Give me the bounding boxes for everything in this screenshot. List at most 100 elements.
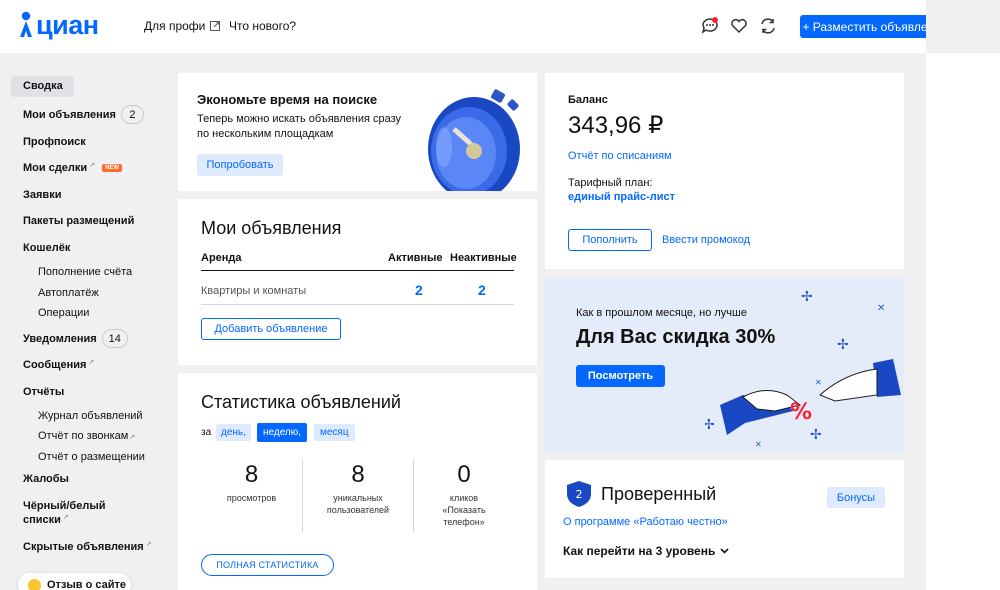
table-header-divider: [201, 270, 514, 271]
sidebar-item-messages[interactable]: Сообщения ↗: [23, 359, 94, 371]
level-up-expander[interactable]: Как перейти на 3 уровень: [563, 544, 729, 558]
whats-new-label: Что нового?: [229, 19, 297, 33]
metric-label: телефон»: [443, 517, 485, 527]
logo-text: циан: [36, 10, 99, 40]
svg-text:✕: ✕: [877, 303, 885, 314]
heart-icon[interactable]: [730, 17, 748, 35]
sidebar-item-wallet[interactable]: Кошелёк: [23, 242, 70, 254]
sidebar-item-deals[interactable]: Мои сделки ↗ NEW: [23, 162, 123, 174]
svg-text:✕: ✕: [755, 440, 762, 449]
bonus-button[interactable]: Бонусы: [827, 487, 885, 508]
stats-card: Статистика объявлений за день, неделю, м…: [178, 373, 537, 590]
plan-link[interactable]: единый прайс-лист: [568, 191, 675, 203]
shield-icon: 2: [567, 481, 591, 507]
svg-text:✢: ✢: [837, 337, 849, 353]
metric-label: «Показать: [442, 505, 486, 515]
listings-count-badge: 2: [120, 105, 144, 124]
stats-title: Статистика объявлений: [201, 392, 401, 412]
promo-title: Экономьте время на поиске: [197, 92, 378, 107]
sidebar-item-hidden-listings[interactable]: Скрытые объявления ↗: [23, 541, 152, 553]
svg-text:✕: ✕: [815, 378, 822, 387]
promo-code-link[interactable]: Ввести промокод: [662, 234, 750, 246]
period-month-button[interactable]: месяц: [314, 424, 355, 441]
spending-report-link[interactable]: Отчёт по списаниям: [568, 150, 672, 162]
notifications-count-badge: 14: [101, 329, 128, 348]
metric-label: пользователей: [326, 505, 390, 515]
row-name: Квартиры и комнаты: [201, 285, 307, 297]
period-prefix: за: [201, 427, 212, 438]
stopwatch-illustration: [428, 89, 520, 191]
table-row-divider: [201, 304, 514, 305]
verified-title: Проверенный: [601, 484, 717, 504]
pro-link-label: Для профи: [144, 19, 206, 33]
external-link-icon: [210, 21, 221, 31]
inactive-count-link[interactable]: 2: [478, 282, 486, 298]
metric-value: 8: [244, 461, 259, 488]
pro-link[interactable]: Для профи: [144, 19, 221, 33]
full-stats-button[interactable]: ПОЛНАЯ СТАТИСТИКА: [201, 554, 334, 576]
right-gutter: [926, 53, 1000, 590]
promo-text-line1: Теперь можно искать объявления сразу: [197, 113, 402, 125]
sidebar-item-summary[interactable]: Сводка: [23, 80, 63, 92]
sidebar-item-topup[interactable]: Пополнение счёта: [38, 266, 132, 278]
whats-new-link[interactable]: Что нового?: [229, 19, 296, 33]
sidebar-item-prosearch[interactable]: Профпоиск: [23, 136, 86, 148]
sidebar-item-packages[interactable]: Пакеты размещений: [23, 215, 134, 227]
active-count-link[interactable]: 2: [415, 282, 423, 298]
column-header-inactive: Неактивные: [450, 252, 517, 264]
svg-text:✢: ✢: [705, 417, 715, 433]
plan-label: Тарифный план:: [568, 177, 653, 189]
compare-icon[interactable]: [759, 17, 777, 35]
metric-label: уникальных: [333, 493, 383, 503]
svg-text:✢: ✢: [810, 427, 822, 443]
smiley-icon: [28, 578, 41, 590]
metric-views: 8 просмотров: [201, 461, 302, 504]
column-header-active: Активные: [388, 252, 443, 264]
verified-card: 2 Проверенный Бонусы О программе «Работа…: [545, 460, 904, 578]
svg-text:%: %: [790, 400, 812, 425]
sidebar-item-blacklist[interactable]: Чёрный/белый: [23, 500, 105, 512]
handshake-discount-illustration: ✢ ✕ ✢ ✕ ✢ ✕ ✢ %: [705, 289, 901, 449]
sidebar-item-listings-log[interactable]: Журнал объявлений: [38, 410, 143, 422]
discount-banner[interactable]: Как в прошлом месяце, но лучше Для Вас с…: [545, 277, 904, 452]
period-week-button[interactable]: неделю,: [257, 423, 308, 442]
honest-program-link[interactable]: О программе «Работаю честно»: [563, 516, 728, 528]
feedback-button[interactable]: Отзыв о сайте: [18, 573, 131, 590]
promo-text-line2: по нескольким площадкам: [197, 128, 334, 140]
sidebar-item-my-listings[interactable]: Мои объявления 2: [23, 105, 144, 124]
period-day-button[interactable]: день,: [216, 424, 251, 441]
external-arrow-icon: ↗: [89, 162, 96, 169]
metric-unique-users: 8 уникальных пользователей: [303, 461, 413, 516]
metric-phone-clicks: 0 кликов «Показать телефон»: [414, 461, 514, 528]
location-pin-icon: [20, 11, 32, 37]
column-header-rent: Аренда: [201, 252, 242, 264]
metric-label: просмотров: [226, 493, 277, 503]
topup-button[interactable]: Пополнить: [568, 229, 652, 251]
external-arrow-icon: ↗: [129, 434, 136, 441]
try-button[interactable]: Попробовать: [197, 154, 283, 176]
external-arrow-icon: ↗: [62, 514, 69, 521]
sidebar-item-reports[interactable]: Отчёты: [23, 386, 64, 398]
metric-value: 8: [351, 461, 365, 488]
post-listing-button[interactable]: + Разместить объявление: [800, 15, 926, 38]
my-listings-card: Мои объявления Аренда Активные Неактивны…: [178, 199, 537, 365]
sidebar-item-placement-report[interactable]: Отчёт о размещении: [38, 451, 145, 463]
metric-label: кликов: [449, 493, 479, 503]
external-arrow-icon: ↗: [145, 541, 152, 548]
sidebar-item-operations[interactable]: Операции: [38, 307, 89, 319]
add-listing-button[interactable]: Добавить объявление: [201, 318, 341, 340]
sidebar-item-notifications[interactable]: Уведомления 14: [23, 329, 128, 348]
sidebar-item-autopay[interactable]: Автоплатёж: [38, 287, 99, 299]
my-listings-title: Мои объявления: [201, 218, 342, 238]
external-arrow-icon: ↗: [88, 359, 95, 366]
cian-logo[interactable]: циан: [18, 10, 99, 40]
sidebar-item-calls-report[interactable]: Отчёт по звонкам↗: [38, 430, 135, 442]
view-discount-button[interactable]: Посмотреть: [576, 365, 665, 387]
chat-icon[interactable]: [701, 17, 719, 35]
svg-text:✢: ✢: [801, 289, 813, 305]
new-badge: NEW: [102, 164, 123, 172]
sidebar-item-complaints[interactable]: Жалобы: [23, 473, 69, 485]
sidebar-item-blacklist-line2[interactable]: списки ↗: [23, 514, 69, 526]
metric-value: 0: [457, 461, 471, 488]
sidebar-item-requests[interactable]: Заявки: [23, 189, 61, 201]
